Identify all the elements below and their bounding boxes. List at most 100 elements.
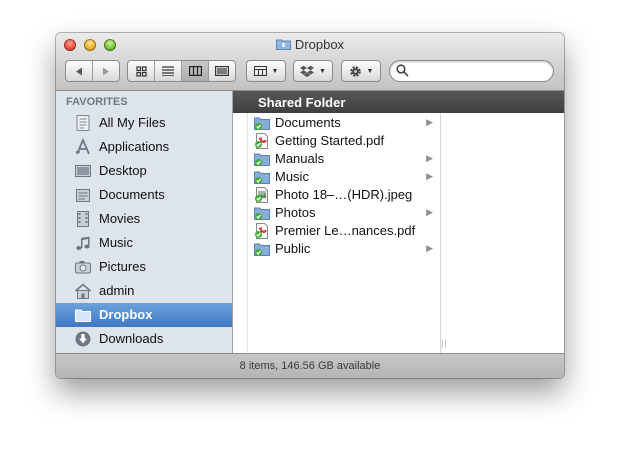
window-title: Dropbox (56, 37, 564, 52)
list-item[interactable]: Photos ▶ (248, 204, 441, 222)
file-name: Photo 18–…(HDR).jpeg (275, 187, 413, 202)
sidebar-item-label: Movies (99, 211, 141, 226)
sidebar-item-label: All My Files (99, 115, 166, 130)
forward-icon (103, 67, 109, 75)
dropbox-icon (300, 65, 315, 77)
music-icon (76, 236, 90, 250)
disclosure-arrow-icon: ▶ (426, 171, 433, 181)
finder-window: Dropbox ▼ ▼ ▼ FAVORITES All My Files App… (56, 33, 564, 378)
file-name: Premier Le…nances.pdf (275, 223, 416, 238)
arrange-icon (253, 66, 267, 76)
pdf-icon (255, 133, 268, 149)
file-name: Manuals (275, 151, 325, 166)
pictures-icon (75, 261, 91, 274)
chevron-down-icon: ▼ (366, 67, 374, 75)
list-item[interactable]: Documents ▶ (248, 114, 441, 132)
path-header-title: Shared Folder (258, 95, 346, 110)
home-icon (74, 283, 92, 299)
search-field[interactable] (389, 60, 554, 82)
disclosure-arrow-icon: ▶ (426, 153, 433, 163)
pdf-icon (255, 223, 268, 239)
icon-view-button[interactable] (128, 61, 154, 81)
window-title-text: Dropbox (294, 37, 345, 52)
file-name: Getting Started.pdf (275, 133, 385, 148)
back-forward-control (65, 60, 120, 82)
file-name: Public (275, 241, 311, 256)
list-item[interactable]: Premier Le…nances.pdf (248, 222, 441, 240)
status-bar: 8 items, 146.56 GB available (56, 353, 564, 378)
search-input[interactable] (414, 63, 548, 80)
folder-icon (254, 117, 270, 130)
folder-icon (254, 171, 270, 184)
path-header: Shared Folder (233, 91, 564, 113)
list-item[interactable]: Music ▶ (248, 168, 441, 186)
applications-icon (76, 138, 90, 155)
list-item[interactable]: Photo 18–…(HDR).jpeg (248, 186, 441, 204)
image-file-icon (255, 187, 268, 203)
sidebar-item-movies[interactable]: Movies (56, 207, 232, 231)
sidebar-item-label: Documents (99, 187, 165, 202)
arrange-button[interactable]: ▼ (246, 60, 286, 82)
list-view-button[interactable] (154, 61, 181, 81)
list-item[interactable]: Manuals ▶ (248, 150, 441, 168)
back-icon (76, 67, 82, 75)
column-resize-handle[interactable]: || (441, 338, 448, 348)
file-column: Documents ▶ Getting Started.pdf Manuals … (247, 113, 441, 353)
desktop-icon (75, 165, 91, 177)
sidebar-item-label: Desktop (99, 163, 147, 178)
sidebar-item-music[interactable]: Music (56, 231, 232, 255)
sidebar-item-label: Music (99, 235, 133, 250)
sidebar-item-label: Pictures (99, 259, 146, 274)
sidebar-item-documents[interactable]: Documents (56, 183, 232, 207)
folder-icon (254, 153, 270, 166)
chevron-down-icon: ▼ (271, 67, 279, 75)
sidebar-item-label: Applications (99, 139, 170, 154)
sidebar-item-downloads[interactable]: Downloads (56, 327, 232, 351)
forward-button[interactable] (92, 61, 119, 81)
column-view-icon (188, 66, 202, 76)
back-button[interactable] (66, 61, 92, 81)
column-divider (440, 113, 441, 353)
cover-flow-button[interactable] (208, 61, 235, 81)
sidebar-item-desktop[interactable]: Desktop (56, 159, 232, 183)
sidebar: FAVORITES All My Files Applications Desk… (56, 91, 233, 353)
folder-icon (254, 207, 270, 220)
icon-view-icon (135, 65, 147, 77)
cover-flow-icon (215, 66, 229, 76)
sidebar-header-favorites: FAVORITES (66, 96, 128, 108)
gear-icon (349, 65, 361, 77)
status-text: 8 items, 146.56 GB available (239, 360, 381, 372)
movies-icon (77, 211, 89, 227)
file-name: Photos (275, 205, 316, 220)
sidebar-item-label: admin (99, 283, 135, 298)
list-view-icon (162, 66, 174, 76)
folder-icon (275, 39, 291, 50)
disclosure-arrow-icon: ▶ (426, 207, 433, 217)
column-view-button[interactable] (181, 61, 208, 81)
sidebar-item-pictures[interactable]: Pictures (56, 255, 232, 279)
search-icon (396, 64, 409, 77)
downloads-icon (75, 331, 91, 347)
view-mode-control (127, 60, 236, 82)
sidebar-item-applications[interactable]: Applications (56, 135, 232, 159)
column-browser: Shared Folder Documents ▶ Getting Starte… (233, 91, 564, 353)
folder-icon (254, 243, 270, 256)
sidebar-item-all-my-files[interactable]: All My Files (56, 111, 232, 135)
disclosure-arrow-icon: ▶ (426, 243, 433, 253)
action-button[interactable]: ▼ (341, 60, 381, 82)
file-name: Documents (275, 115, 341, 130)
sidebar-item-admin[interactable]: admin (56, 279, 232, 303)
list-item[interactable]: Getting Started.pdf (248, 132, 441, 150)
chevron-down-icon: ▼ (319, 67, 326, 75)
sidebar-item-dropbox[interactable]: Dropbox (56, 303, 232, 327)
sidebar-item-label: Dropbox (99, 307, 153, 322)
title-bar: Dropbox ▼ ▼ ▼ (56, 33, 564, 91)
documents-icon (76, 189, 90, 202)
list-item[interactable]: Public ▶ (248, 240, 441, 258)
disclosure-arrow-icon: ▶ (426, 117, 433, 127)
sidebar-item-label: Downloads (99, 331, 164, 346)
file-name: Music (275, 169, 309, 184)
dropbox-menu-button[interactable]: ▼ (293, 60, 333, 82)
folder-icon (75, 309, 91, 322)
all-files-icon (76, 115, 90, 131)
